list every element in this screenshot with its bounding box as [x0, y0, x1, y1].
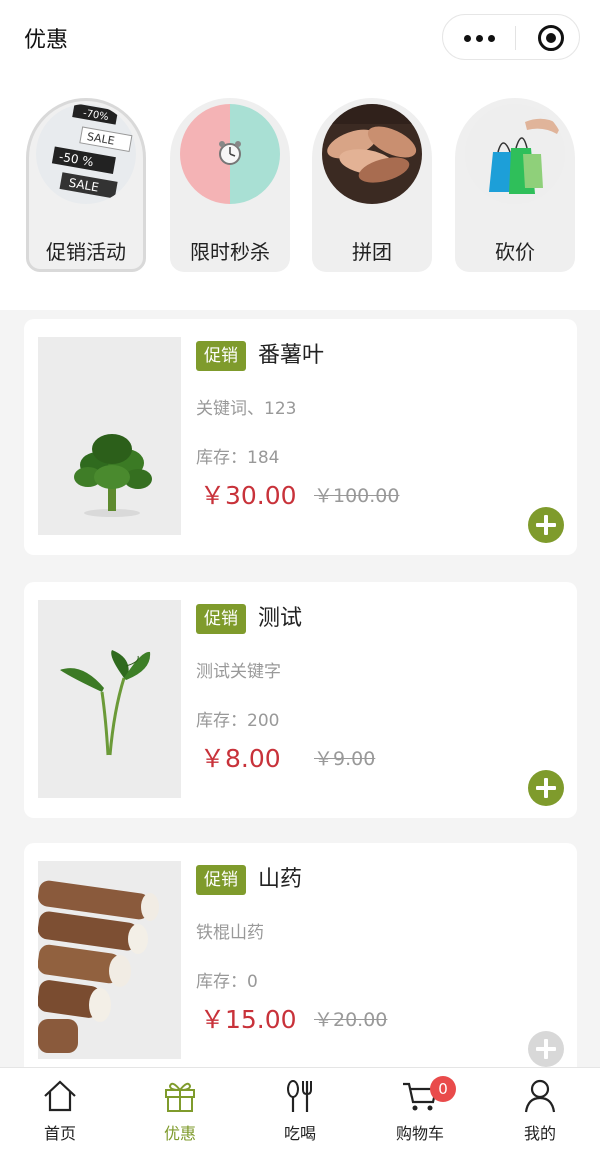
tab-label: 购物车	[395, 1124, 444, 1143]
add-to-cart-icon[interactable]	[528, 507, 564, 543]
add-to-cart-icon[interactable]	[528, 770, 564, 806]
gift-icon	[165, 1082, 195, 1112]
category-promotion[interactable]: -70% SALE -50 % SALE 促销活动	[26, 98, 146, 272]
product-keywords: 关键词、123	[196, 399, 297, 419]
sweet-potato-leaves-image	[38, 337, 181, 535]
tab-home[interactable]: 首页	[0, 1068, 120, 1149]
product-stock: 库存：0	[196, 972, 258, 992]
product-price: ￥8.00	[200, 744, 281, 773]
tab-label: 吃喝	[283, 1124, 316, 1143]
shopping-bags-icon	[465, 104, 565, 204]
more-menu-icon[interactable]	[443, 15, 515, 61]
tab-label: 优惠	[163, 1124, 196, 1143]
promo-tag: 促销	[196, 865, 246, 895]
top-bar: 优惠	[0, 0, 600, 80]
promo-tag: 促销	[196, 604, 246, 634]
product-original-price: ￥20.00	[314, 1009, 388, 1031]
tab-cart[interactable]: 0 购物车	[360, 1068, 480, 1149]
product-original-price: ￥9.00	[314, 748, 376, 770]
tab-label: 我的	[523, 1124, 556, 1143]
category-flash-sale[interactable]: 限时秒杀	[170, 98, 290, 272]
tab-label: 首页	[43, 1124, 76, 1143]
cutlery-icon	[287, 1080, 312, 1112]
tab-food[interactable]: 吃喝	[240, 1068, 360, 1149]
category-bar: -70% SALE -50 % SALE 促销活动 限时秒杀 拼团 砍价	[0, 80, 600, 310]
category-group-buy[interactable]: 拼团	[312, 98, 432, 272]
product-card[interactable]: 促销 番薯叶 关键词、123 库存：184 ￥30.00 ￥100.00	[24, 319, 577, 555]
capsule-divider	[515, 26, 516, 50]
product-name: 番薯叶	[258, 343, 325, 368]
category-label: 促销活动	[46, 240, 126, 264]
add-to-cart-icon[interactable]	[528, 1031, 564, 1067]
home-icon	[44, 1080, 76, 1112]
close-miniapp-icon[interactable]	[538, 25, 564, 51]
product-stock: 库存：184	[196, 448, 280, 468]
sale-tags-icon: -70% SALE -50 % SALE	[36, 104, 136, 204]
product-price: ￥30.00	[200, 481, 297, 510]
product-original-price: ￥100.00	[314, 485, 400, 507]
user-icon	[524, 1079, 556, 1113]
stacked-hands-icon	[322, 104, 422, 204]
alarm-clock-icon	[180, 104, 280, 204]
product-keywords: 铁棍山药	[196, 923, 264, 943]
bottom-tab-bar: 首页 优惠 吃喝 0 购物车 我的	[0, 1067, 600, 1149]
promo-tag: 促销	[196, 341, 246, 371]
product-name: 测试	[258, 606, 303, 631]
cart-count-badge: 0	[430, 1076, 456, 1102]
product-price: ￥15.00	[200, 1005, 297, 1034]
tab-profile[interactable]: 我的	[480, 1068, 600, 1149]
yam-image	[38, 861, 181, 1059]
category-label: 拼团	[352, 240, 392, 264]
product-card[interactable]: 促销 山药 铁棍山药 库存：0 ￥15.00 ￥20.00	[24, 843, 577, 1079]
category-label: 砍价	[495, 240, 535, 264]
product-card[interactable]: 促销 测试 测试关键字 库存：200 ￥8.00 ￥9.00	[24, 582, 577, 818]
leaf-stem-image	[38, 600, 181, 798]
product-keywords: 测试关键字	[196, 662, 281, 682]
tab-discount[interactable]: 优惠	[120, 1068, 240, 1149]
product-name: 山药	[258, 867, 303, 892]
product-stock: 库存：200	[196, 711, 280, 731]
category-bargain[interactable]: 砍价	[455, 98, 575, 272]
miniapp-capsule	[442, 14, 580, 60]
category-label: 限时秒杀	[190, 240, 270, 264]
page-title: 优惠	[24, 28, 69, 53]
